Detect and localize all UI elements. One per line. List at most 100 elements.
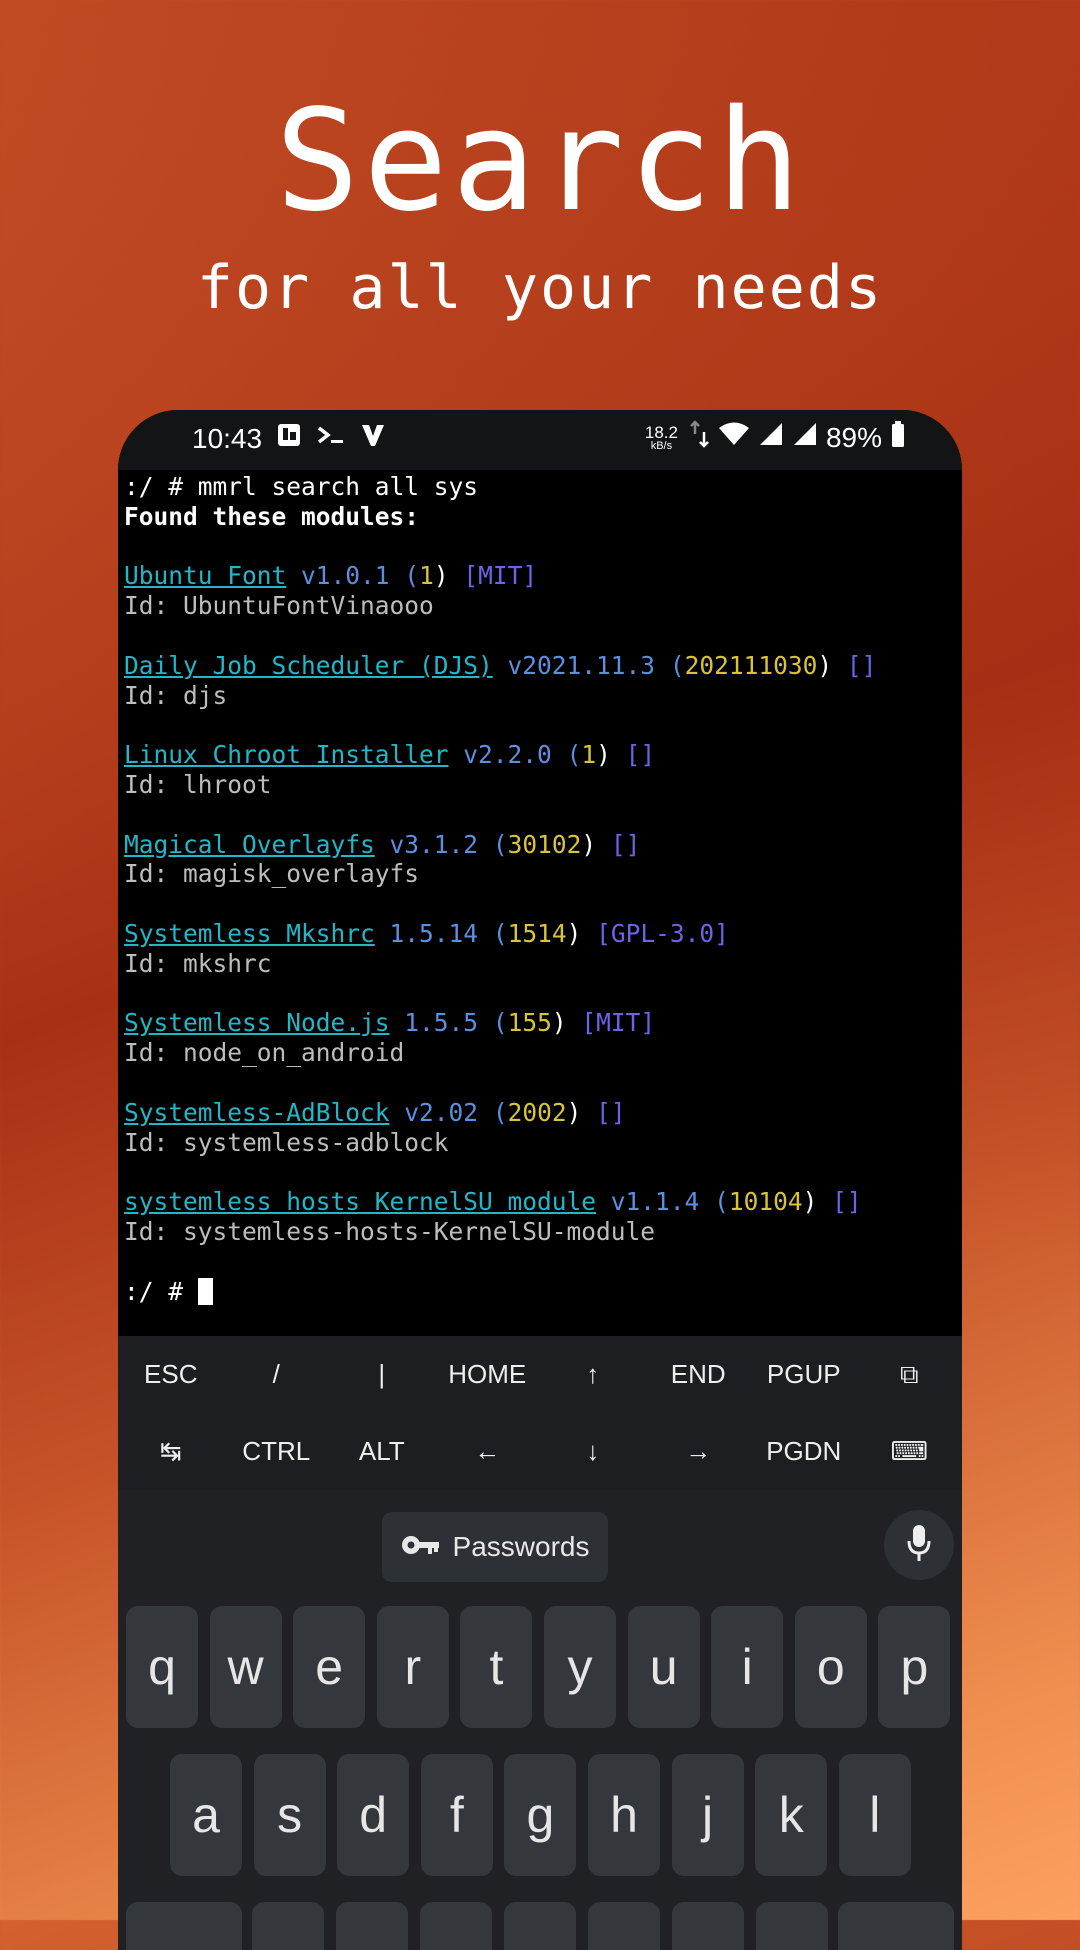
module-version: 1.5.14 <box>389 918 479 948</box>
module-license: [] <box>625 740 656 770</box>
paren-open: ( <box>566 740 582 770</box>
key-a[interactable]: a <box>170 1754 242 1876</box>
network-speed-value: 18.2 <box>644 422 678 442</box>
voice-input-button[interactable] <box>884 1510 954 1580</box>
module-version: v2.02 <box>404 1097 479 1127</box>
module-license: [] <box>596 1097 626 1127</box>
module-version: v3.1.2 <box>389 829 479 859</box>
key-l[interactable]: l <box>838 1754 911 1876</box>
key-w[interactable]: w <box>209 1606 282 1728</box>
module-version: 1.5.5 <box>404 1008 479 1038</box>
key-icon <box>401 1531 441 1563</box>
module-version-code: 202111030 <box>684 650 818 680</box>
promo-headline: Search <box>275 80 805 243</box>
key-k[interactable]: k <box>755 1754 828 1876</box>
key-q[interactable]: q <box>126 1606 198 1728</box>
extra-key[interactable]: ← <box>435 1413 541 1490</box>
module-list: Ubuntu Font v1.0.1 (1) [MIT] Id: UbuntuFo… <box>124 532 956 1277</box>
module-version: v1.0.1 <box>301 561 390 591</box>
module-version: v2.2.0 <box>463 740 552 770</box>
module-name-link[interactable]: Linux Chroot Installer <box>124 740 449 769</box>
key-z[interactable] <box>252 1902 324 1950</box>
key-g[interactable]: g <box>504 1754 577 1876</box>
extra-keys-row-1: ESC / | HOME ↑ END PGUP ⧉ <box>118 1336 962 1413</box>
extra-key[interactable]: HOME <box>435 1336 541 1413</box>
extra-key[interactable]: / <box>224 1336 330 1413</box>
module-name-link[interactable]: Daily Job Scheduler (DJS) <box>124 651 493 680</box>
paren-close: ) <box>802 1187 818 1217</box>
network-speed: 18.2 kB/s <box>645 424 678 452</box>
extra-key[interactable]: ⌨ <box>857 1413 963 1490</box>
key-t[interactable]: t <box>460 1606 533 1728</box>
key-p[interactable]: p <box>878 1606 951 1728</box>
extra-key[interactable]: ↑ <box>540 1336 646 1413</box>
module-id: Id: node_on_android <box>124 1038 405 1068</box>
extra-key[interactable]: ↹ <box>118 1413 224 1490</box>
module-name-link[interactable]: Magical Overlayfs <box>124 830 375 859</box>
backspace-key[interactable] <box>838 1902 954 1950</box>
keyboard-row-3 <box>118 1902 962 1950</box>
data-transfer-icon <box>690 420 710 455</box>
extra-key[interactable]: | <box>329 1336 435 1413</box>
key-e[interactable]: e <box>293 1606 366 1728</box>
module-entry: Systemless Node.js 1.5.5 (155) [MIT] <box>124 1008 956 1038</box>
extra-key[interactable]: PGUP <box>751 1336 857 1413</box>
key-b[interactable] <box>588 1902 660 1950</box>
paren-close: ) <box>551 1008 567 1038</box>
passwords-suggestion-chip[interactable]: Passwords <box>382 1512 608 1582</box>
extra-key[interactable]: → <box>646 1413 752 1490</box>
key-r[interactable]: r <box>376 1606 449 1728</box>
module-version-code: 1 <box>581 740 597 770</box>
extra-keys-bar: ESC / | HOME ↑ END PGUP ⧉ ↹ CTRL ALT ← ↓ → PGDN ⌨ <box>118 1336 962 1490</box>
module-name-link[interactable]: Systemless-AdBlock <box>124 1098 390 1127</box>
paren-close: ) <box>596 740 611 770</box>
paren-close: ) <box>566 1097 582 1127</box>
key-o[interactable]: o <box>794 1606 867 1728</box>
paren-open: ( <box>492 1097 508 1127</box>
module-license: [] <box>832 1187 862 1217</box>
module-version-code: 10104 <box>728 1187 803 1217</box>
key-d[interactable]: d <box>337 1754 410 1876</box>
key-j[interactable]: j <box>671 1754 744 1876</box>
battery-percent: 89% <box>825 421 882 453</box>
found-label: Found these modules: <box>124 501 420 531</box>
key-f[interactable]: f <box>420 1754 493 1876</box>
extra-key[interactable]: END <box>646 1336 752 1413</box>
extra-key[interactable]: ESC <box>118 1336 224 1413</box>
extra-key[interactable]: ↓ <box>540 1413 646 1490</box>
module-name-link[interactable]: systemless hosts KernelSU module <box>124 1187 596 1216</box>
module-name-link[interactable]: Systemless Mkshrc <box>124 919 375 948</box>
key-c[interactable] <box>420 1902 492 1950</box>
key-v[interactable] <box>504 1902 576 1950</box>
terminal-output[interactable]: :/ # mmrl search all sys Found these mod… <box>124 472 956 1332</box>
paren-close: ) <box>433 561 449 591</box>
wifi-icon <box>718 421 750 454</box>
extra-key[interactable]: CTRL <box>224 1413 330 1490</box>
key-y[interactable]: y <box>544 1606 616 1728</box>
paren-open: ( <box>492 1008 508 1038</box>
module-license: [GPL-3.0] <box>596 918 729 948</box>
key-m[interactable] <box>756 1902 828 1950</box>
notification-app-icon <box>276 422 302 455</box>
key-n[interactable] <box>672 1902 744 1950</box>
key-s[interactable]: s <box>253 1754 326 1876</box>
key-x[interactable] <box>336 1902 408 1950</box>
module-name-link[interactable]: Systemless Node.js <box>124 1008 390 1037</box>
extra-key[interactable]: PGDN <box>751 1413 857 1490</box>
prompt-line[interactable]: :/ # <box>124 1277 956 1307</box>
extra-key[interactable]: ALT <box>329 1413 435 1490</box>
cell-signal-icon <box>758 421 784 454</box>
microphone-icon <box>906 1523 932 1567</box>
key-u[interactable]: u <box>627 1606 700 1728</box>
shift-key[interactable] <box>126 1902 242 1950</box>
clock: 10:43 <box>192 422 263 454</box>
module-name-link[interactable]: Ubuntu Font <box>124 561 286 590</box>
key-h[interactable]: h <box>588 1754 660 1876</box>
extra-key[interactable]: ⧉ <box>857 1336 963 1413</box>
battery-icon <box>890 420 906 455</box>
key-i[interactable]: i <box>711 1606 784 1728</box>
